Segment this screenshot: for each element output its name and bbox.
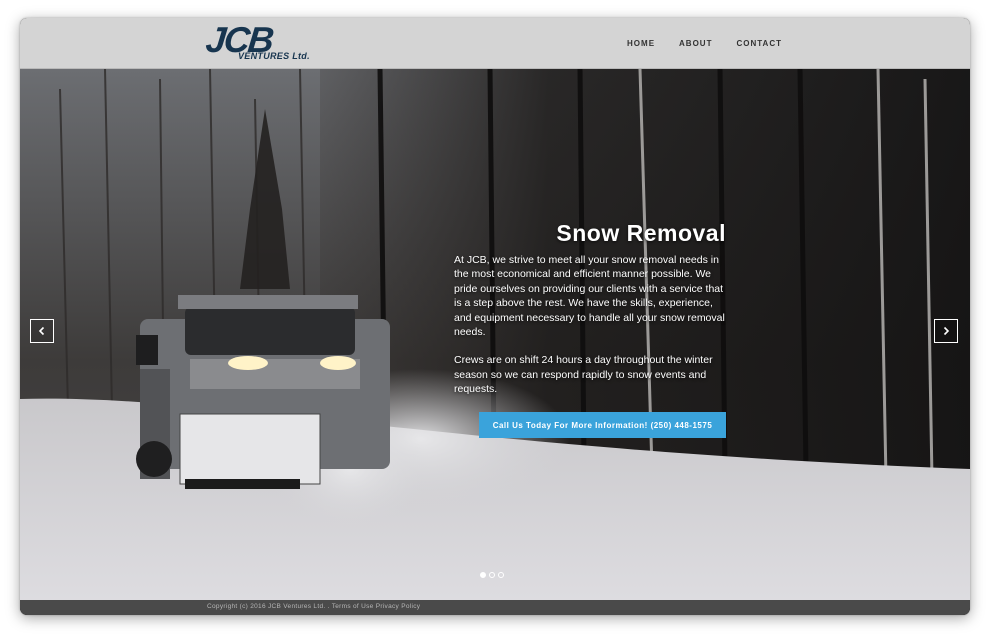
- carousel-next-button[interactable]: [934, 319, 958, 343]
- browser-window: JCB VENTURES Ltd. HOME ABOUT CONTACT Sno…: [20, 18, 970, 615]
- main-nav: HOME ABOUT CONTACT: [627, 39, 782, 48]
- copyright-text: Copyright (c) 2016 JCB Ventures Ltd. .: [207, 603, 330, 610]
- chevron-left-icon: [38, 326, 45, 336]
- nav-contact[interactable]: CONTACT: [736, 39, 782, 48]
- chevron-right-icon: [943, 326, 950, 336]
- nav-about[interactable]: ABOUT: [679, 39, 712, 48]
- hero-paragraph-1: At JCB, we strive to meet all your snow …: [454, 254, 725, 339]
- carousel-dot-1[interactable]: [480, 572, 486, 578]
- carousel-dot-3[interactable]: [498, 572, 504, 578]
- hero-content: Snow Removal At JCB, we strive to meet a…: [454, 219, 726, 411]
- privacy-policy-link[interactable]: Privacy Policy: [376, 603, 421, 610]
- truck-shape: [136, 295, 390, 489]
- site-footer: Copyright (c) 2016 JCB Ventures Ltd. . T…: [20, 600, 970, 615]
- footer-text: Copyright (c) 2016 JCB Ventures Ltd. . T…: [207, 603, 420, 610]
- terms-of-use-link[interactable]: Terms of Use: [332, 603, 374, 610]
- carousel-prev-button[interactable]: [30, 319, 54, 343]
- carousel-indicators: [480, 572, 504, 578]
- hero-paragraph-2: Crews are on shift 24 hours a day throug…: [454, 354, 713, 396]
- call-us-button[interactable]: Call Us Today For More Information! (250…: [479, 412, 726, 438]
- hero-title: Snow Removal: [556, 220, 726, 246]
- hero-slider: Snow Removal At JCB, we strive to meet a…: [20, 69, 970, 600]
- site-header: JCB VENTURES Ltd. HOME ABOUT CONTACT: [20, 18, 970, 69]
- nav-home[interactable]: HOME: [627, 39, 655, 48]
- brand-logo[interactable]: JCB VENTURES Ltd.: [204, 19, 314, 64]
- carousel-dot-2[interactable]: [489, 572, 495, 578]
- logo-subtitle: VENTURES Ltd.: [238, 51, 310, 61]
